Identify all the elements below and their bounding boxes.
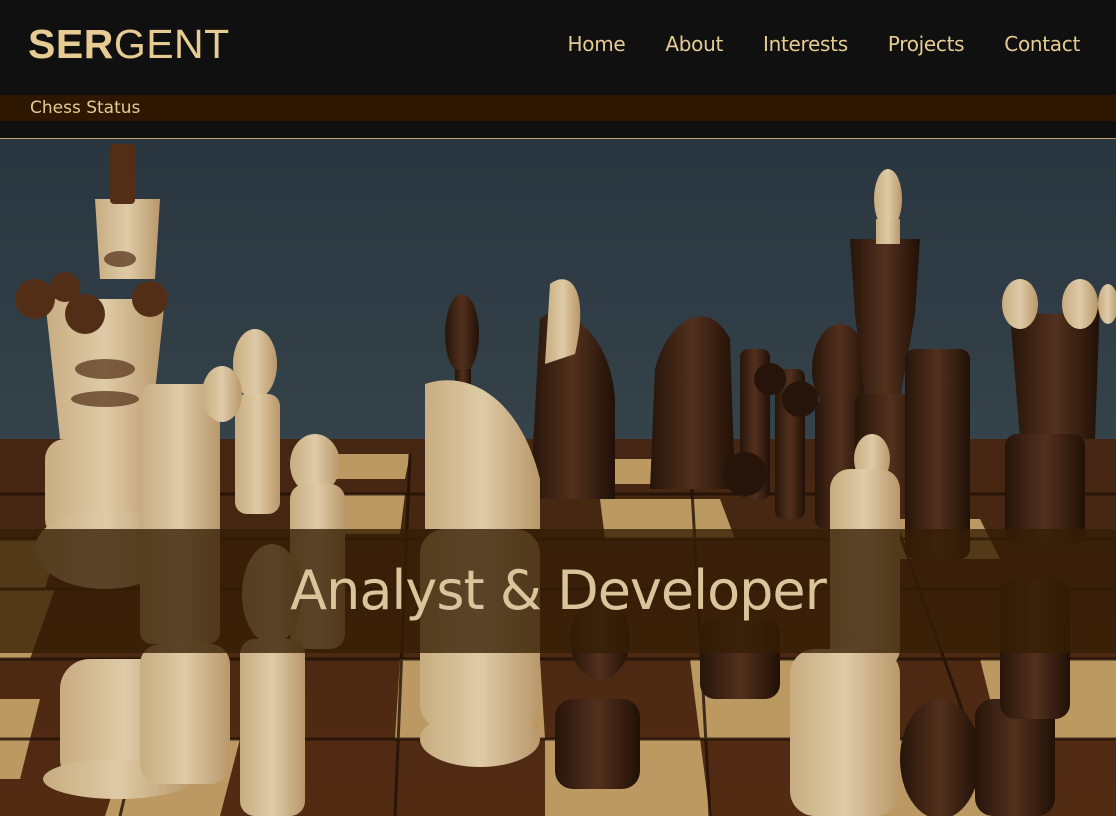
chess-status-link[interactable]: Chess Status bbox=[30, 98, 140, 118]
hero-chess-image bbox=[0, 139, 1116, 816]
site-logo[interactable]: SERGENT bbox=[28, 20, 230, 68]
nav-home-link[interactable]: Home bbox=[568, 30, 626, 58]
logo-bold-text: SER bbox=[28, 21, 114, 67]
hero-section: Analyst & Developer bbox=[0, 139, 1116, 816]
hero-title: Analyst & Developer bbox=[290, 559, 827, 622]
nav-contact-link[interactable]: Contact bbox=[1004, 30, 1080, 58]
nav-interests-link[interactable]: Interests bbox=[763, 30, 848, 58]
hero-banner: Analyst & Developer bbox=[0, 529, 1116, 653]
nav-projects-link[interactable]: Projects bbox=[888, 30, 965, 58]
main-nav: Home About Interests Projects Contact bbox=[528, 30, 1081, 58]
status-bar: Chess Status bbox=[0, 95, 1116, 121]
header-divider bbox=[0, 121, 1116, 139]
site-header: SERGENT Home About Interests Projects Co… bbox=[0, 0, 1116, 95]
nav-about-link[interactable]: About bbox=[665, 30, 723, 58]
logo-light-text: GENT bbox=[113, 21, 230, 67]
